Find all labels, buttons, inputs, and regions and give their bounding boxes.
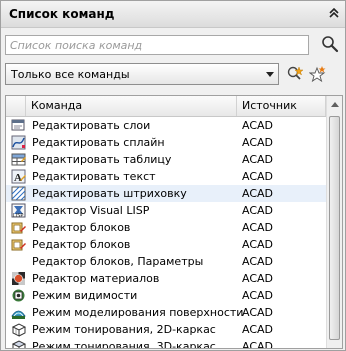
lisp-editor-icon: LISP	[11, 203, 26, 218]
command-source: ACAD	[242, 119, 274, 132]
command-name: Редактировать текст	[32, 170, 156, 183]
hatch-edit-icon	[11, 186, 26, 201]
command-list: Команда Источник Редактировать слои ACAD Р…	[5, 95, 343, 349]
command-name: Редактировать сплайн	[32, 136, 165, 149]
svg-text:LISP: LISP	[13, 213, 23, 218]
command-source: ACAD	[242, 306, 274, 319]
spline-edit-icon	[11, 135, 26, 150]
command-filter-dropdown[interactable]: Только все команды	[5, 63, 279, 85]
list-header: Команда Источник	[6, 96, 326, 117]
scrollbar-thumb[interactable]	[329, 116, 340, 340]
command-source: ACAD	[242, 272, 274, 285]
table-row[interactable]: Редактировать таблицу ACAD	[6, 151, 326, 168]
command-name: Редактор блоков	[32, 238, 131, 251]
shade-wireframe-icon	[11, 322, 26, 337]
table-row[interactable]: Редактировать штриховку ACAD	[6, 185, 326, 202]
command-name: Редактор Visual LISP	[32, 204, 150, 217]
new-command-icon	[309, 66, 326, 83]
table-row[interactable]: Режим тонирования, 2D-каркас ACAD	[6, 321, 326, 338]
table-row[interactable]: Редактор блоков ACAD	[6, 236, 326, 253]
layer-edit-icon	[11, 118, 26, 133]
table-row[interactable]: LISP Редактор Visual LISP ACAD	[6, 202, 326, 219]
command-name: Редактировать штриховку	[32, 187, 187, 200]
table-row[interactable]: Редактор материалов ACAD	[6, 270, 326, 287]
command-list-panel: Список команд Только все команды	[0, 0, 346, 351]
block-editor-icon	[11, 220, 26, 235]
vertical-scrollbar[interactable]	[326, 96, 342, 348]
command-column-header[interactable]: Команда	[26, 96, 237, 116]
command-name: Режим тонирования, 3D-каркас	[32, 340, 216, 349]
command-rows: Редактировать слои ACAD Редактировать спла…	[6, 117, 326, 349]
panel-titlebar: Список команд	[1, 1, 345, 28]
command-name: Редактировать таблицу	[32, 153, 172, 166]
table-row[interactable]: Режим тонирования, 3D-каркас ACAD	[6, 338, 326, 349]
command-source: ACAD	[242, 136, 274, 149]
command-source: ACAD	[242, 340, 274, 349]
find-command-icon	[287, 66, 304, 80]
svg-text:A: A	[14, 172, 22, 184]
blank-icon	[11, 254, 26, 269]
block-editor-icon	[11, 237, 26, 252]
table-row[interactable]: Редактировать слои ACAD	[6, 117, 326, 134]
table-row[interactable]: Редактировать сплайн ACAD	[6, 134, 326, 151]
shade-3d-wireframe-icon	[11, 339, 26, 348]
materials-editor-icon	[11, 271, 26, 286]
new-command-button[interactable]	[307, 63, 329, 85]
icon-column-header[interactable]	[6, 96, 26, 116]
text-edit-icon: A	[11, 169, 26, 184]
double-chevron-up-icon	[329, 8, 339, 18]
table-row[interactable]: Редактор блоков ACAD	[6, 219, 326, 236]
command-name: Редактор блоков, Параметры	[32, 255, 204, 268]
command-source: ACAD	[242, 221, 274, 234]
command-search-input[interactable]	[5, 35, 309, 55]
surface-modeling-icon	[11, 305, 26, 320]
command-name: Редактировать слои	[32, 119, 151, 132]
command-source: ACAD	[242, 153, 274, 166]
filter-selected-value: Только все команды	[11, 68, 130, 81]
collapse-button[interactable]	[327, 6, 341, 20]
panel-title: Список команд	[9, 7, 115, 21]
command-source: ACAD	[242, 187, 274, 200]
command-source: ACAD	[242, 323, 274, 336]
command-source: ACAD	[242, 204, 274, 217]
command-source: ACAD	[242, 289, 274, 302]
table-row[interactable]: Редактор блоков, Параметры ACAD	[6, 253, 326, 270]
command-name: Режим тонирования, 2D-каркас	[32, 323, 216, 336]
command-source: ACAD	[242, 170, 274, 183]
command-source: ACAD	[242, 238, 274, 251]
table-row[interactable]: A Редактировать текст ACAD	[6, 168, 326, 185]
command-source: ACAD	[242, 255, 274, 268]
scroll-up-arrow-icon[interactable]	[331, 102, 339, 107]
visibility-mode-icon	[11, 288, 26, 303]
chevron-down-icon	[266, 72, 274, 77]
command-name: Режим видимости	[32, 289, 138, 302]
table-row[interactable]: Режим моделирования поверхности ACAD	[6, 304, 326, 321]
command-name: Редактор материалов	[32, 272, 160, 285]
search-button[interactable]	[319, 33, 341, 55]
magnifier-icon	[322, 36, 339, 53]
table-row[interactable]: Режим видимости ACAD	[6, 287, 326, 304]
command-name: Режим моделирования поверхности	[32, 306, 244, 319]
find-command-button[interactable]	[284, 63, 306, 85]
table-edit-icon	[11, 152, 26, 167]
source-column-header[interactable]: Источник	[237, 96, 326, 116]
command-name: Редактор блоков	[32, 221, 131, 234]
